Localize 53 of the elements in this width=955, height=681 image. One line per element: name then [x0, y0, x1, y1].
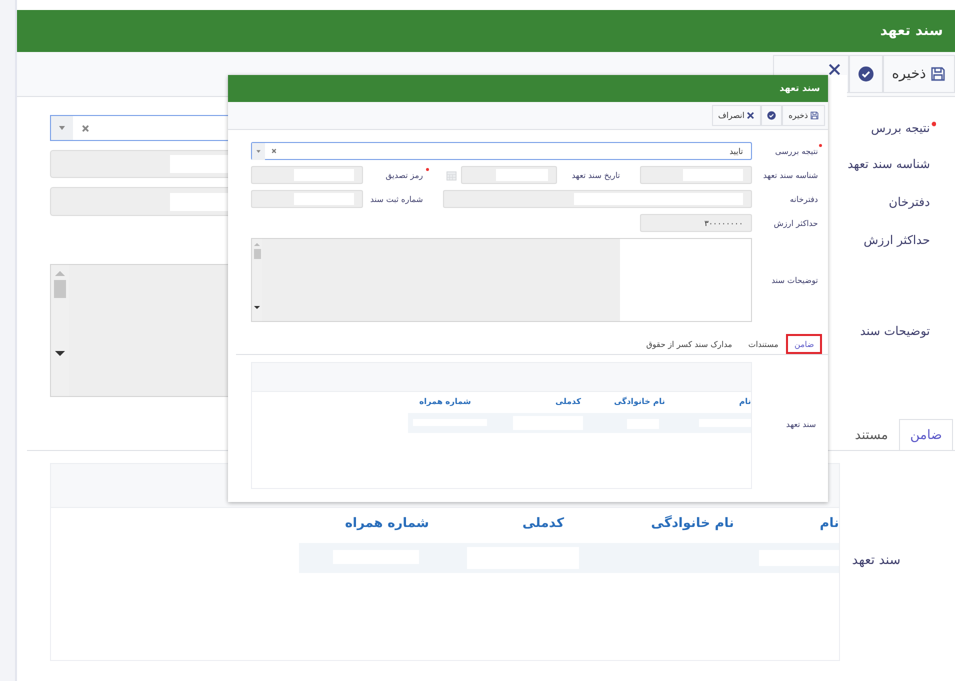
- field-label: حداکثر ارزش: [772, 218, 819, 230]
- save-icon: [810, 111, 819, 120]
- caret-icon: [51, 116, 73, 140]
- confirm-button[interactable]: [761, 105, 782, 126]
- column-header: کدملی: [522, 516, 564, 531]
- calendar-icon[interactable]: [446, 170, 457, 180]
- confirm-button[interactable]: [848, 55, 883, 93]
- field-label: توضیحات سند: [860, 324, 930, 338]
- field-label: تاریخ سند تعهد: [570, 170, 621, 182]
- required-mark: [426, 168, 429, 171]
- field-label: شناسه سند تعهد: [762, 170, 819, 182]
- field-label: دفترخانه: [788, 194, 819, 206]
- field-label: توضیحات سند: [770, 274, 819, 287]
- field-label: دفترخان: [888, 194, 930, 208]
- save-icon: [930, 66, 946, 82]
- save-button[interactable]: ذخیره: [782, 105, 825, 126]
- tab[interactable]: ضامن: [786, 334, 822, 354]
- field-label: سند تعهد: [852, 553, 900, 570]
- required-mark: [819, 144, 822, 147]
- field-label: رمز تصدیق: [363, 166, 443, 184]
- field-label: شماره ثبت سند: [369, 194, 424, 206]
- column-header: شماره همراه: [344, 516, 429, 531]
- select-field[interactable]: تایید: [251, 142, 752, 160]
- input-field[interactable]: [50, 187, 228, 216]
- check-circle-icon: [767, 111, 776, 120]
- cancel-button[interactable]: انصراف: [712, 105, 762, 126]
- close-icon: [746, 111, 756, 120]
- field-label: سند تعهد: [785, 420, 817, 431]
- tab[interactable]: مستندات: [740, 334, 786, 354]
- check-circle-icon: [858, 66, 874, 82]
- clear-icon[interactable]: [81, 124, 90, 132]
- select-field[interactable]: [50, 115, 228, 141]
- field-label: شناسه سند تعهد: [848, 157, 930, 171]
- field-label: نتیجه بررسی: [752, 142, 822, 160]
- save-button[interactable]: ذخیره: [882, 55, 955, 93]
- field-label: نتیجه بررس: [871, 121, 936, 135]
- dialog-title: سند تعهد: [780, 84, 820, 94]
- caret-icon: [252, 142, 265, 160]
- column-header: نام: [820, 516, 839, 531]
- input-field[interactable]: [50, 150, 228, 178]
- tab[interactable]: مدارک سند کسر از حقوق: [638, 334, 740, 354]
- column-header: نام: [739, 397, 751, 406]
- close-icon: [828, 64, 840, 75]
- field-label: حداکثر ارزش: [864, 233, 930, 247]
- column-header: کدملی: [555, 397, 581, 406]
- clear-icon[interactable]: [271, 148, 277, 154]
- tab[interactable]: مستند: [844, 419, 900, 450]
- tab[interactable]: ضامن: [899, 419, 953, 450]
- column-header: نام خانوادگی: [614, 397, 665, 406]
- textarea-field[interactable]: [50, 264, 228, 397]
- window-title: سند تعهد: [880, 23, 943, 39]
- column-header: نام خانوادگی: [651, 516, 734, 531]
- column-header: شماره همراه: [419, 397, 471, 406]
